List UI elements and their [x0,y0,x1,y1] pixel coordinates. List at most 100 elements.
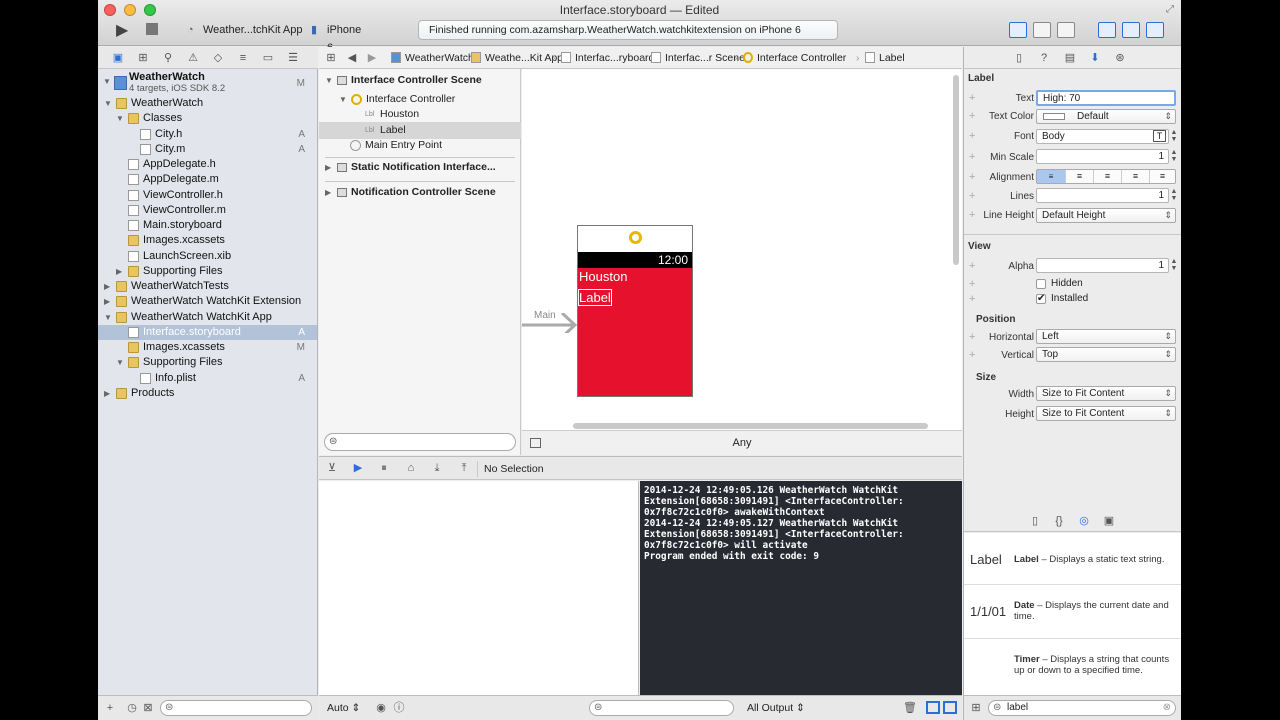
standard-editor-button[interactable] [1009,22,1027,38]
recent-files-icon[interactable]: ◷ [126,701,138,715]
lines-stepper[interactable]: ▲ ▼ [1170,188,1178,203]
toggle-navigator-button[interactable] [1098,22,1116,38]
quick-look-icon[interactable]: ◉ [374,701,388,715]
align-left-icon[interactable]: ≡ [1065,170,1093,183]
variables-filter-field[interactable]: ⊜ [589,700,734,716]
forward-arrow-icon[interactable]: ▶ [367,51,377,65]
alpha-stepper[interactable]: ▲ ▼ [1170,258,1178,273]
navigator-item[interactable]: Interface.storyboard A [98,324,317,340]
width-popup[interactable]: Size to Fit Content [1036,386,1176,401]
breadcrumb-item[interactable]: Interfac...r Scene [665,47,745,69]
run-button[interactable]: ▶ [116,20,134,39]
houston-label[interactable]: Houston [579,269,627,284]
add-variation-icon[interactable]: + [969,293,975,305]
alpha-field[interactable]: 1 [1036,258,1169,273]
toggle-utilities-button[interactable] [1146,22,1164,38]
navigator-item[interactable]: City.m A [98,142,317,157]
align-center-icon[interactable]: ≡ [1093,170,1121,183]
outline-item-notification-controller[interactable]: ▶ Notification Controller Scene [319,184,521,201]
hide-debug-area-icon[interactable]: ⊻ [325,461,339,475]
console-pane-toggle-icon[interactable] [943,701,957,714]
disclosure-open-icon[interactable]: ▼ [116,355,124,370]
disclosure-closed-icon[interactable]: ▶ [325,159,331,176]
line-height-popup[interactable]: Default Height [1036,208,1176,223]
height-popup[interactable]: Size to Fit Content [1036,406,1176,421]
trash-icon[interactable]: 🗑 [903,701,917,715]
version-editor-button[interactable] [1057,22,1075,38]
debug-navigator-icon[interactable]: ≡ [236,51,250,65]
related-items-icon[interactable]: ⊞ [324,51,338,65]
step-over-icon[interactable]: ⌂ [404,461,418,475]
horizontal-popup[interactable]: Left [1036,329,1176,344]
navigator-item[interactable]: ▶ WeatherWatchTests [98,279,317,294]
disclosure-closed-icon[interactable]: ▶ [325,184,331,201]
library-search-field[interactable]: ⊜ label ⊗ [988,700,1176,716]
font-field[interactable]: Body T [1036,129,1169,144]
min-scale-field[interactable]: 1 [1036,149,1169,164]
console-output[interactable]: 2014-12-24 12:49:05.126 WeatherWatch Wat… [640,481,962,695]
clear-search-icon[interactable]: ⊗ [1163,701,1171,715]
project-root-row[interactable]: ▼ WeatherWatch 4 targets, iOS SDK 8.2 M [98,70,317,96]
attributes-inspector-icon[interactable]: ⬇ [1088,51,1102,65]
disclosure-open-icon[interactable]: ▼ [104,310,112,325]
connections-inspector-icon[interactable]: ⊛ [1113,51,1127,65]
project-navigator-icon[interactable]: ▣ [111,51,125,65]
navigator-item[interactable]: ViewController.m [98,203,317,218]
text-field[interactable]: High: 70 [1036,90,1176,106]
watch-interface-controller[interactable]: 12:00 Houston Label [577,225,693,397]
step-into-icon[interactable]: ⤓ [430,461,444,475]
test-navigator-icon[interactable]: ◇ [211,51,225,65]
fullscreen-icon[interactable]: ⤢ [1166,4,1174,15]
navigator-item[interactable]: City.h A [98,127,317,142]
outline-item-static-notification[interactable]: ▶ Static Notification Interface... [319,159,521,176]
canvas-vertical-scrollbar[interactable] [953,75,959,265]
toggle-debug-area-button[interactable] [1122,22,1140,38]
navigator-item[interactable]: AppDelegate.m [98,172,317,187]
disclosure-open-icon[interactable]: ▼ [116,111,124,126]
installed-checkbox[interactable]: ✔ [1036,294,1046,304]
navigator-item[interactable]: LaunchScreen.xib [98,249,317,264]
align-justify-icon[interactable]: ≡ [1121,170,1149,183]
info-icon[interactable]: ⓘ [392,701,406,715]
selected-label[interactable]: Label [578,289,612,306]
outline-item-interface-controller-scene[interactable]: ▼ Interface Controller Scene [319,72,521,89]
navigator-item[interactable]: ViewController.h [98,188,317,203]
stop-button[interactable] [146,23,158,35]
align-right-icon[interactable]: ≡ [1149,170,1175,183]
report-navigator-icon[interactable]: ☰ [286,51,300,65]
library-item-timer[interactable]: Timer – Displays a string that counts up… [964,639,1181,695]
add-icon[interactable]: + [104,701,116,715]
symbol-navigator-icon[interactable]: ⊞ [136,51,150,65]
navigator-filter-field[interactable]: ⊜ [160,700,312,716]
scheme-selector[interactable]: ◔ Weather...tchKit App ▮ iPhone 6 [183,21,368,54]
library-item-date[interactable]: 1/1/01 Date – Displays the current date … [964,585,1181,639]
disclosure-closed-icon[interactable]: ▶ [104,279,110,294]
find-navigator-icon[interactable]: ⚲ [161,51,175,65]
outline-filter-field[interactable]: ⊜ [324,433,516,451]
navigator-item[interactable]: ▶ Supporting Files [98,264,317,279]
align-natural-icon[interactable]: ≡ [1037,170,1065,183]
disclosure-open-icon[interactable]: ▼ [325,72,333,89]
library-item-label[interactable]: Label Label – Displays a static text str… [964,533,1181,585]
vertical-popup[interactable]: Top [1036,347,1176,362]
file-inspector-icon[interactable]: ▯ [1012,51,1026,65]
navigator-item[interactable]: Info.plist A [98,371,317,386]
step-out-icon[interactable]: ⤒ [457,461,471,475]
size-class-label[interactable]: Any [522,437,962,449]
navigator-item[interactable]: ▼ WeatherWatch [98,96,317,111]
outline-item-main-entry-point[interactable]: Main Entry Point [319,137,521,154]
breakpoints-toggle-icon[interactable]: ▶ [351,461,365,475]
source-control-filter-icon[interactable]: ⊠ [142,701,154,715]
grid-view-icon[interactable]: ⊞ [969,701,983,715]
breakpoint-navigator-icon[interactable]: ▭ [261,51,275,65]
object-library-icon[interactable]: ◎ [1077,514,1091,528]
assistant-editor-button[interactable] [1033,22,1051,38]
canvas-horizontal-scrollbar[interactable] [573,423,928,429]
navigator-item[interactable]: ▼ Classes [98,111,317,126]
breadcrumb-item[interactable]: Interface Controller [757,47,846,69]
disclosure-open-icon[interactable]: ▼ [103,74,111,89]
back-arrow-icon[interactable]: ◀ [347,51,357,65]
media-library-icon[interactable]: ▣ [1102,514,1116,528]
navigator-item[interactable]: ▶ WeatherWatch WatchKit Extension [98,294,317,309]
disclosure-closed-icon[interactable]: ▶ [116,264,122,279]
